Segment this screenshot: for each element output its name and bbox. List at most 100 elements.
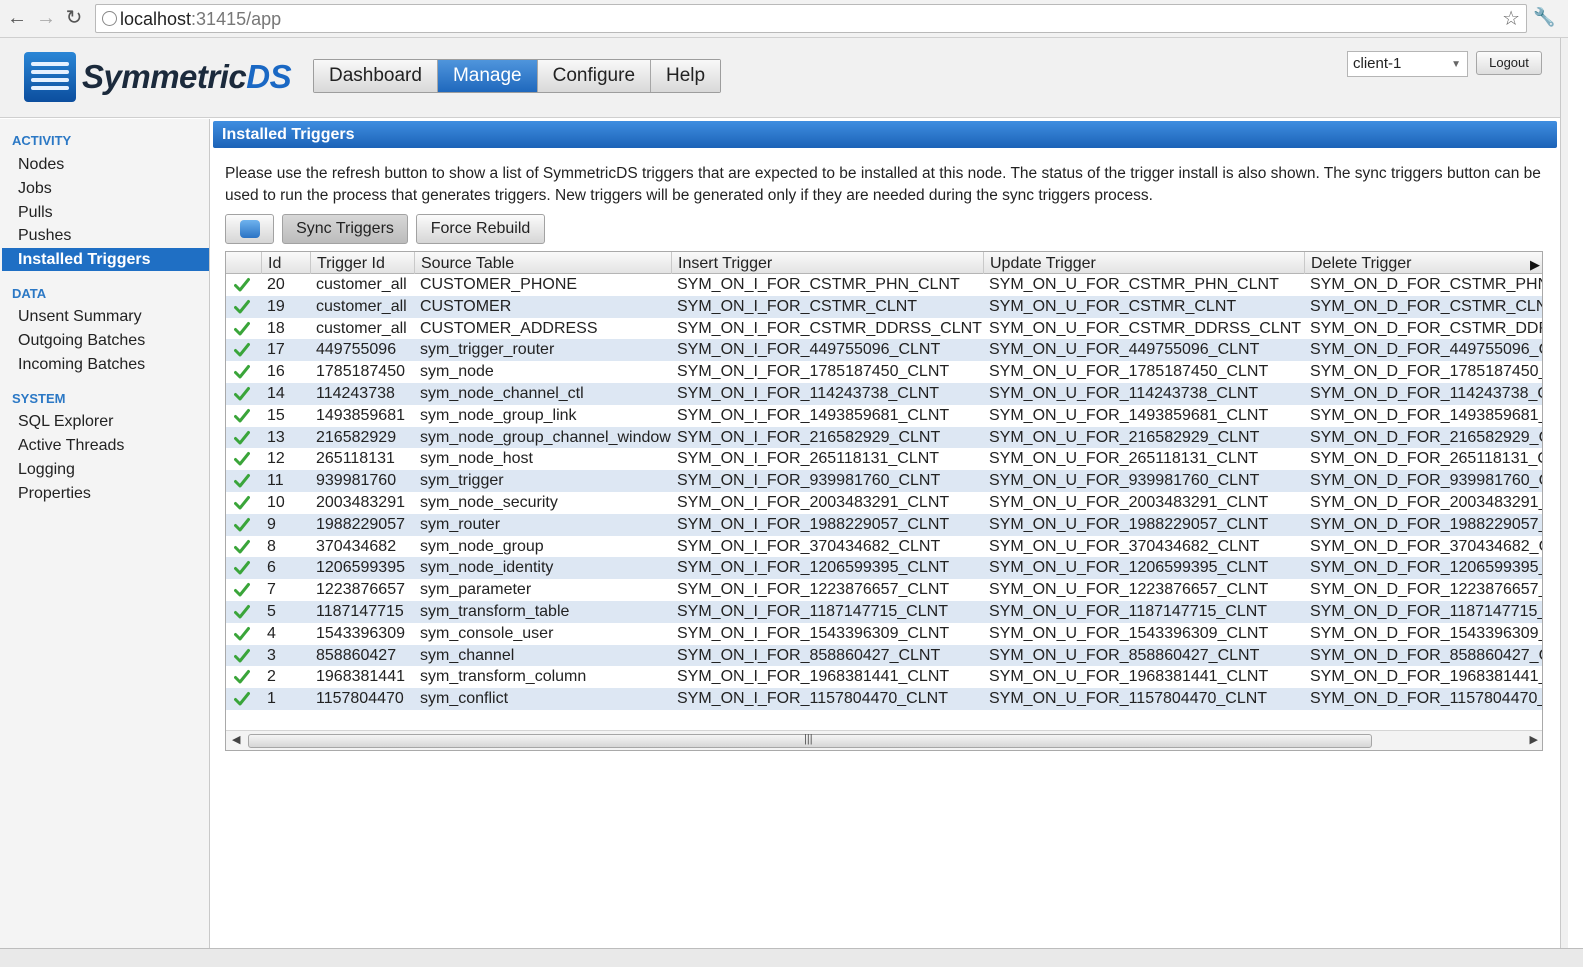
- cell-source-table: sym_node_group_channel_window: [420, 428, 671, 446]
- sidebar-item-incoming-batches[interactable]: Incoming Batches: [18, 356, 145, 374]
- cell-trigger-id: 1206599395: [316, 559, 405, 577]
- tab-manage[interactable]: Manage: [437, 60, 538, 92]
- cell-id: 3: [267, 646, 276, 664]
- cell-update-trigger: SYM_ON_U_FOR_CSTMR_DDRSS_CLNT: [989, 319, 1302, 337]
- table-row[interactable]: 16 1785187450 sym_node SYM_ON_I_FOR_1785187…: [226, 361, 1542, 383]
- cell-id: 6: [267, 559, 276, 577]
- tab-configure[interactable]: Configure: [537, 60, 652, 92]
- sidebar-item-jobs[interactable]: Jobs: [18, 180, 52, 198]
- cell-id: 13: [267, 428, 285, 446]
- check-icon: [234, 604, 250, 619]
- sidebar-item-logging[interactable]: Logging: [18, 461, 75, 479]
- forward-arrow-icon[interactable]: →: [35, 6, 57, 30]
- bookmark-star-icon[interactable]: ☆: [1502, 6, 1520, 31]
- cell-update-trigger: SYM_ON_U_FOR_265118131_CLNT: [989, 450, 1259, 468]
- cell-source-table: CUSTOMER_PHONE: [420, 276, 578, 293]
- table-row[interactable]: 13 216582929 sym_node_group_channel_window…: [226, 426, 1542, 449]
- cell-insert-trigger: SYM_ON_I_FOR_858860427_CLNT: [677, 646, 941, 664]
- node-select[interactable]: client-1 ▼: [1347, 51, 1468, 77]
- sync-triggers-button[interactable]: Sync Triggers: [282, 214, 408, 244]
- column-header-status[interactable]: [226, 252, 261, 274]
- table-row[interactable]: 17 449755096 sym_trigger_router SYM_ON_I_FO…: [226, 339, 1543, 362]
- cell-source-table: sym_node_security: [420, 493, 558, 511]
- column-header-trigger-id[interactable]: Trigger Id: [310, 252, 414, 274]
- cell-source-table: sym_node_group_link: [420, 406, 577, 424]
- check-icon: [234, 539, 250, 554]
- sidebar-section-system: SYSTEM: [12, 391, 66, 406]
- sidebar-item-properties[interactable]: Properties: [18, 485, 91, 503]
- table-row[interactable]: 11 939981760 sym_trigger SYM_ON_I_FOR_93998…: [226, 470, 1542, 492]
- tab-dashboard[interactable]: Dashboard: [314, 60, 438, 92]
- app-logo: SymmetricDS: [82, 58, 292, 95]
- sidebar-section-data: DATA: [12, 286, 47, 301]
- cell-source-table: CUSTOMER_ADDRESS: [420, 319, 598, 337]
- scrollbar-thumb[interactable]: |||: [248, 733, 1372, 748]
- wrench-icon[interactable]: 🔧: [1533, 7, 1555, 28]
- table-row[interactable]: 7 1223876657 sym_parameter SYM_ON_I_FOR_122…: [226, 579, 1542, 601]
- table-row[interactable]: 2 1968381441 sym_transform_column SYM_ON_I_…: [226, 666, 1542, 688]
- table-row[interactable]: 6 1206599395 sym_node_identity SYM_ON_I_FOR…: [226, 557, 1542, 580]
- logout-button[interactable]: Logout: [1476, 51, 1542, 75]
- sidebar-item-installed-triggers[interactable]: Installed Triggers: [2, 248, 209, 271]
- table-row[interactable]: 10 2003483291 sym_node_security SYM_ON_I_FO…: [226, 492, 1542, 514]
- cell-update-trigger: SYM_ON_U_FOR_449755096_CLNT: [989, 341, 1260, 359]
- sidebar-item-unsent-summary[interactable]: Unsent Summary: [18, 308, 142, 326]
- cell-source-table: sym_node_identity: [420, 559, 554, 577]
- cell-insert-trigger: SYM_ON_I_FOR_2003483291_CLNT: [677, 493, 950, 511]
- cell-trigger-id: 1543396309: [316, 624, 405, 642]
- sidebar-item-nodes[interactable]: Nodes: [18, 156, 64, 174]
- table-row[interactable]: 1 1157804470 sym_conflict SYM_ON_I_FOR_1157…: [226, 688, 1542, 710]
- table-row[interactable]: 9 1988229057 sym_router SYM_ON_I_FOR_198822…: [226, 513, 1542, 536]
- cell-update-trigger: SYM_ON_U_FOR_114243738_CLNT: [989, 384, 1259, 402]
- horizontal-scrollbar[interactable]: ◀ ||| ▶: [226, 730, 1542, 750]
- table-row[interactable]: 4 1543396309 sym_console_user SYM_ON_I_FOR_…: [226, 623, 1542, 645]
- column-header-id[interactable]: Id: [261, 252, 310, 274]
- cell-insert-trigger: SYM_ON_I_FOR_CSTMR_PHN_CLNT: [677, 276, 960, 293]
- column-header-delete-trigger[interactable]: Delete Trigger ▶: [1304, 252, 1542, 274]
- cell-update-trigger: SYM_ON_U_FOR_1785187450_CLNT: [989, 363, 1269, 381]
- page-title: Installed Triggers: [213, 121, 1557, 148]
- page-info-icon[interactable]: [102, 11, 117, 26]
- table-row[interactable]: 18 customer_all CUSTOMER_ADDRESS SYM_ON_I_F…: [226, 318, 1542, 340]
- check-icon: [234, 474, 250, 488]
- scroll-right-icon[interactable]: ▶: [1530, 733, 1538, 746]
- table-row[interactable]: 14 114243738 sym_node_channel_ctl SYM_ON_I_…: [226, 382, 1542, 405]
- tab-help[interactable]: Help: [651, 60, 721, 92]
- table-row[interactable]: 8 370434682 sym_node_group SYM_ON_I_FOR_370…: [226, 536, 1542, 558]
- column-scroll-arrow-icon[interactable]: ▶: [1530, 253, 1540, 274]
- column-header-update-trigger[interactable]: Update Trigger: [983, 252, 1304, 274]
- column-header-insert-trigger[interactable]: Insert Trigger: [671, 252, 983, 274]
- cell-insert-trigger: SYM_ON_I_FOR_CSTMR_DDRSS_CLNT: [677, 319, 982, 337]
- cell-trigger-id: customer_all: [316, 276, 407, 293]
- cell-update-trigger: SYM_ON_U_FOR_370434682_CLNT: [989, 537, 1260, 555]
- cell-insert-trigger: SYM_ON_I_FOR_265118131_CLNT: [677, 450, 940, 468]
- cell-id: 8: [267, 537, 276, 555]
- cell-delete-trigger: SYM_ON_D_FOR_449755096_C: [1310, 341, 1543, 359]
- table-row[interactable]: 5 1187147715 sym_transform_table SYM_ON_I_F…: [226, 600, 1542, 623]
- check-icon: [234, 386, 250, 401]
- column-header-source-table[interactable]: Source Table: [414, 252, 671, 274]
- sidebar-item-pulls[interactable]: Pulls: [18, 204, 53, 222]
- refresh-button[interactable]: [225, 214, 274, 244]
- table-row[interactable]: 15 1493859681 sym_node_group_link SYM_ON_I_…: [226, 405, 1542, 427]
- back-arrow-icon[interactable]: ←: [6, 6, 28, 30]
- cell-trigger-id: 2003483291: [316, 493, 405, 511]
- cell-update-trigger: SYM_ON_U_FOR_1968381441_CLNT: [989, 668, 1269, 686]
- address-bar[interactable]: localhost:31415/app ☆: [95, 4, 1527, 33]
- force-rebuild-button[interactable]: Force Rebuild: [416, 214, 545, 244]
- sidebar-item-pushes[interactable]: Pushes: [18, 227, 71, 245]
- sidebar-item-outgoing-batches[interactable]: Outgoing Batches: [18, 332, 145, 350]
- cell-source-table: sym_trigger_router: [420, 341, 555, 359]
- chevron-down-icon: ▼: [1451, 59, 1461, 70]
- table-row[interactable]: 20 customer_all CUSTOMER_PHONE SYM_ON_I_FOR…: [226, 274, 1542, 296]
- browser-toolbar: ← → ↻ localhost:31415/app ☆ 🔧: [0, 0, 1568, 38]
- table-row[interactable]: 12 265118131 sym_node_host SYM_ON_I_FOR_265…: [226, 448, 1542, 470]
- cell-update-trigger: SYM_ON_U_FOR_1187147715_CLNT: [989, 602, 1268, 620]
- sidebar-item-active-threads[interactable]: Active Threads: [18, 437, 124, 455]
- scroll-left-icon[interactable]: ◀: [232, 733, 240, 746]
- table-row[interactable]: 3 858860427 sym_channel SYM_ON_I_FOR_858860…: [226, 644, 1542, 667]
- table-row[interactable]: 19 customer_all CUSTOMER SYM_ON_I_FOR_CSTMR…: [226, 295, 1542, 318]
- cell-update-trigger: SYM_ON_U_FOR_CSTMR_PHN_CLNT: [989, 276, 1279, 293]
- sidebar-item-sql-explorer[interactable]: SQL Explorer: [18, 413, 113, 431]
- reload-icon[interactable]: ↻: [63, 6, 85, 30]
